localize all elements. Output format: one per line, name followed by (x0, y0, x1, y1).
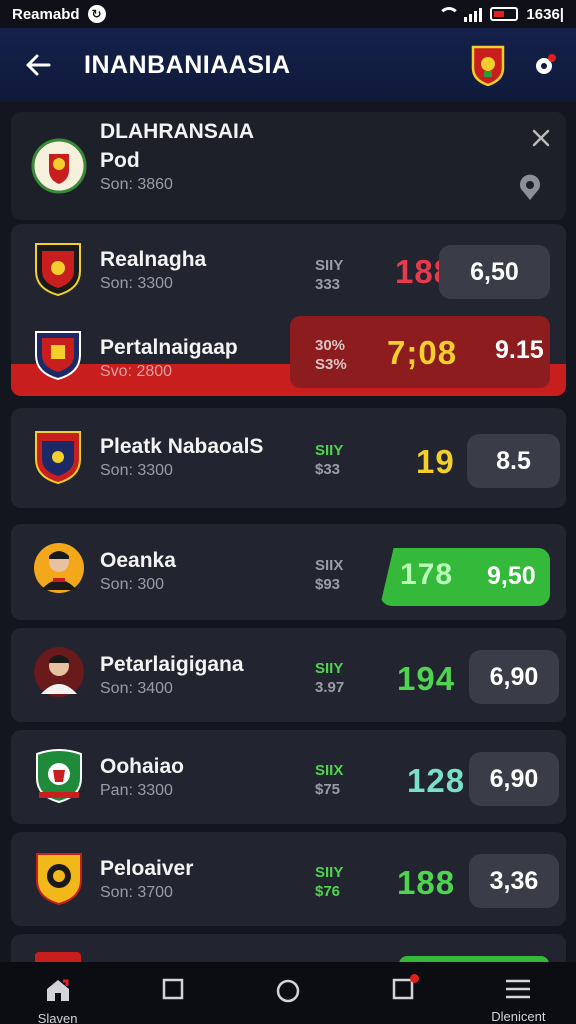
stat-line2: S3% (315, 356, 347, 373)
team-subtitle: Svo: 2800 (100, 363, 173, 380)
nav-menu[interactable]: Dlenicent (473, 962, 563, 1024)
team-crest-icon (33, 431, 83, 485)
page-title: INANBANIAASIA (84, 50, 291, 79)
nav-menu-label: Dlenicent (491, 1009, 546, 1024)
stat-line1: SIIY (315, 257, 344, 274)
nav-square[interactable] (128, 962, 218, 1024)
bottom-navigation: Slaven Dlenicent (0, 962, 576, 1024)
player-subtitle: Son: 300 (100, 576, 165, 593)
team-subtitle: Pan: 3300 (100, 782, 173, 799)
nav-home[interactable]: Slaven (13, 962, 103, 1024)
featured-team-crest-icon (31, 138, 87, 194)
team-crest-icon (33, 748, 85, 804)
match-row[interactable]: Peloaiver Son: 3700 SIIY $76 188 3,36 (11, 832, 566, 926)
score-value: 188 (397, 864, 456, 901)
score-value: 178 (400, 558, 454, 591)
featured-title-line1: DLAHRANSAIA (100, 120, 254, 143)
stat-line2: 333 (315, 276, 341, 293)
team-crest-icon (33, 330, 83, 381)
match-row[interactable]: Pleatk NabaoalS Son: 3300 SIIY $33 19 8.… (11, 408, 566, 508)
app-header: INANBANIAASIA (0, 28, 576, 127)
home-icon (44, 978, 72, 1007)
match-row[interactable]: Realnagha Son: 3300 SIIY 333 188 6,50 (11, 224, 566, 318)
team-crest-icon (33, 850, 85, 906)
team-name: Oohaiao (100, 755, 185, 778)
square-icon (162, 978, 184, 1005)
nav-home-label: Slaven (37, 1011, 78, 1024)
wifi-icon (436, 7, 461, 21)
carrier-label: Reamabd (12, 5, 80, 23)
featured-card[interactable]: DLAHRANSAIA Pod Son: 3860 (11, 112, 566, 220)
stat-line1: SIIY (315, 864, 344, 881)
stat-line2: 3.97 (315, 679, 345, 696)
back-arrow-icon[interactable] (22, 49, 54, 81)
team-subtitle: Son: 3300 (100, 462, 173, 479)
location-pin-icon[interactable] (517, 174, 543, 202)
stat-line1: SIIX (315, 557, 344, 574)
player-name: Petarlaigigana (100, 653, 244, 676)
team-crest-icon (33, 243, 83, 297)
stat-line2: $75 (315, 781, 341, 798)
odds-button-highlighted[interactable]: 178 9,50 (380, 548, 550, 606)
nav-notifications[interactable] (358, 962, 448, 1024)
match-card-group: Realnagha Son: 3300 SIIY 333 188 6,50 Pe… (11, 224, 566, 396)
stat-line2: $33 (315, 461, 341, 478)
stat-line2: $93 (315, 576, 341, 593)
club-crest-icon[interactable] (470, 44, 506, 87)
stat-line1: SIIY (315, 442, 344, 459)
player-subtitle: Son: 3400 (100, 680, 173, 697)
close-icon[interactable] (529, 126, 553, 150)
notification-dot (410, 974, 420, 983)
clock-label: 1636| (526, 5, 564, 23)
stat-line2: $76 (315, 883, 341, 900)
odds-value[interactable]: 9.15 (495, 336, 544, 365)
player-name: Oeanka (100, 549, 176, 572)
stat-line1: SIIX (315, 762, 344, 779)
status-bar: Reamabd ↻ 1636| (0, 0, 576, 28)
team-name: Pertalnaigaap (100, 336, 238, 359)
team-name: Realnagha (100, 248, 207, 271)
odds-value: 9,50 (487, 562, 536, 590)
odds-button[interactable]: 6,90 (469, 650, 559, 704)
stat-line1: 30% (315, 337, 346, 354)
odds-button[interactable]: 6,50 (439, 245, 550, 299)
featured-title-line2: Pod (100, 149, 140, 172)
nav-home-circle[interactable] (243, 962, 333, 1024)
match-row[interactable]: Petarlaigigana Son: 3400 SIIY 3.97 194 6… (11, 628, 566, 722)
hamburger-menu-icon (504, 978, 532, 1005)
circle-home-icon (275, 978, 301, 1009)
battery-icon (490, 7, 519, 21)
odds-button[interactable]: 6,90 (469, 752, 559, 806)
player-avatar (33, 542, 85, 594)
team-subtitle: Son: 3300 (100, 275, 173, 292)
match-row[interactable]: Oeanka Son: 300 SIIX $93 178 9,50 (11, 524, 566, 620)
team-name: Pleatk NabaoalS (100, 435, 264, 458)
odds-button[interactable]: 8.5 (467, 434, 560, 488)
match-row-highlighted[interactable]: Pertalnaigaap Svo: 2800 30% S3% 7;08 9.1… (11, 314, 566, 396)
score-value: 194 (397, 660, 456, 697)
score-value: 128 (407, 762, 466, 799)
match-row[interactable]: Oohaiao Pan: 3300 SIIX $75 128 6,90 (11, 730, 566, 824)
odds-button[interactable]: 3,36 (469, 854, 559, 908)
sync-icon: ↻ (87, 5, 106, 23)
stat-line1: SIIY (315, 660, 344, 677)
featured-subtitle: Son: 3860 (100, 176, 173, 193)
score-value: 7;08 (387, 334, 458, 371)
score-value: 19 (416, 443, 455, 480)
signal-icon (464, 6, 483, 22)
settings-gear-icon[interactable] (532, 52, 558, 78)
player-avatar (33, 646, 85, 698)
team-name: Peloaiver (100, 857, 194, 880)
team-subtitle: Son: 3700 (100, 884, 173, 901)
